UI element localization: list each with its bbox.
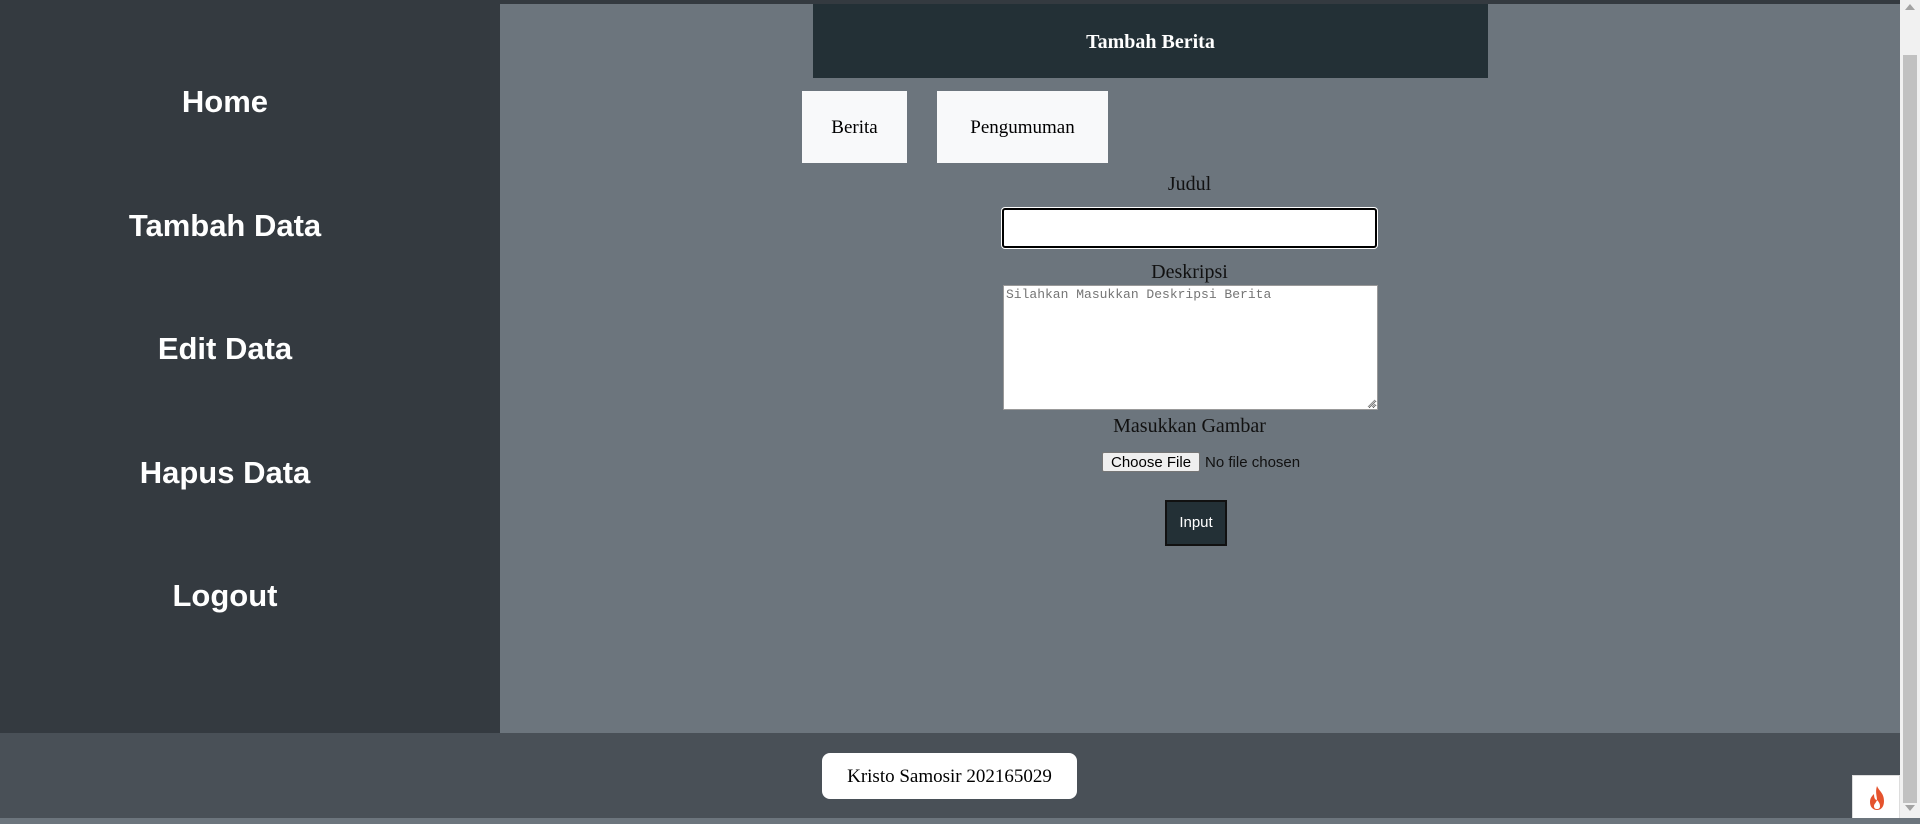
sidebar-item-hapus-data[interactable]: Hapus Data [0, 455, 450, 491]
description-label: Deskripsi [1151, 261, 1228, 283]
sidebar-item-logout[interactable]: Logout [0, 578, 450, 614]
scroll-down-arrow-icon[interactable] [1905, 805, 1915, 811]
title-label: Judul [1167, 173, 1212, 195]
sidebar-item-tambah-data[interactable]: Tambah Data [0, 208, 450, 244]
input-submit-button[interactable]: Input [1165, 500, 1227, 546]
sidebar: Home Tambah Data Edit Data Hapus Data Lo… [0, 4, 500, 733]
sidebar-item-home[interactable]: Home [0, 84, 450, 120]
sidebar-item-edit-data[interactable]: Edit Data [0, 331, 450, 367]
tab-pengumuman[interactable]: Pengumuman [937, 91, 1108, 163]
tab-berita[interactable]: Berita [802, 91, 907, 163]
title-input[interactable] [1002, 208, 1377, 248]
choose-file-button[interactable]: Choose File [1102, 452, 1201, 472]
file-input: Choose File No file chosen [1102, 451, 1300, 473]
description-textarea[interactable] [1003, 285, 1378, 410]
footer-credit: Kristo Samosir 202165029 [822, 753, 1077, 799]
debug-toolbar-widget[interactable] [1852, 775, 1900, 818]
image-label: Masukkan Gambar [1113, 415, 1266, 437]
page-title: Tambah Berita [813, 4, 1488, 78]
resize-grip-icon[interactable] [1367, 399, 1376, 408]
flame-icon [1870, 786, 1884, 810]
scroll-up-arrow-icon[interactable] [1905, 4, 1915, 10]
description-wrapper [1003, 285, 1378, 410]
scrollbar-thumb[interactable] [1903, 55, 1917, 803]
file-status: No file chosen [1205, 453, 1301, 471]
